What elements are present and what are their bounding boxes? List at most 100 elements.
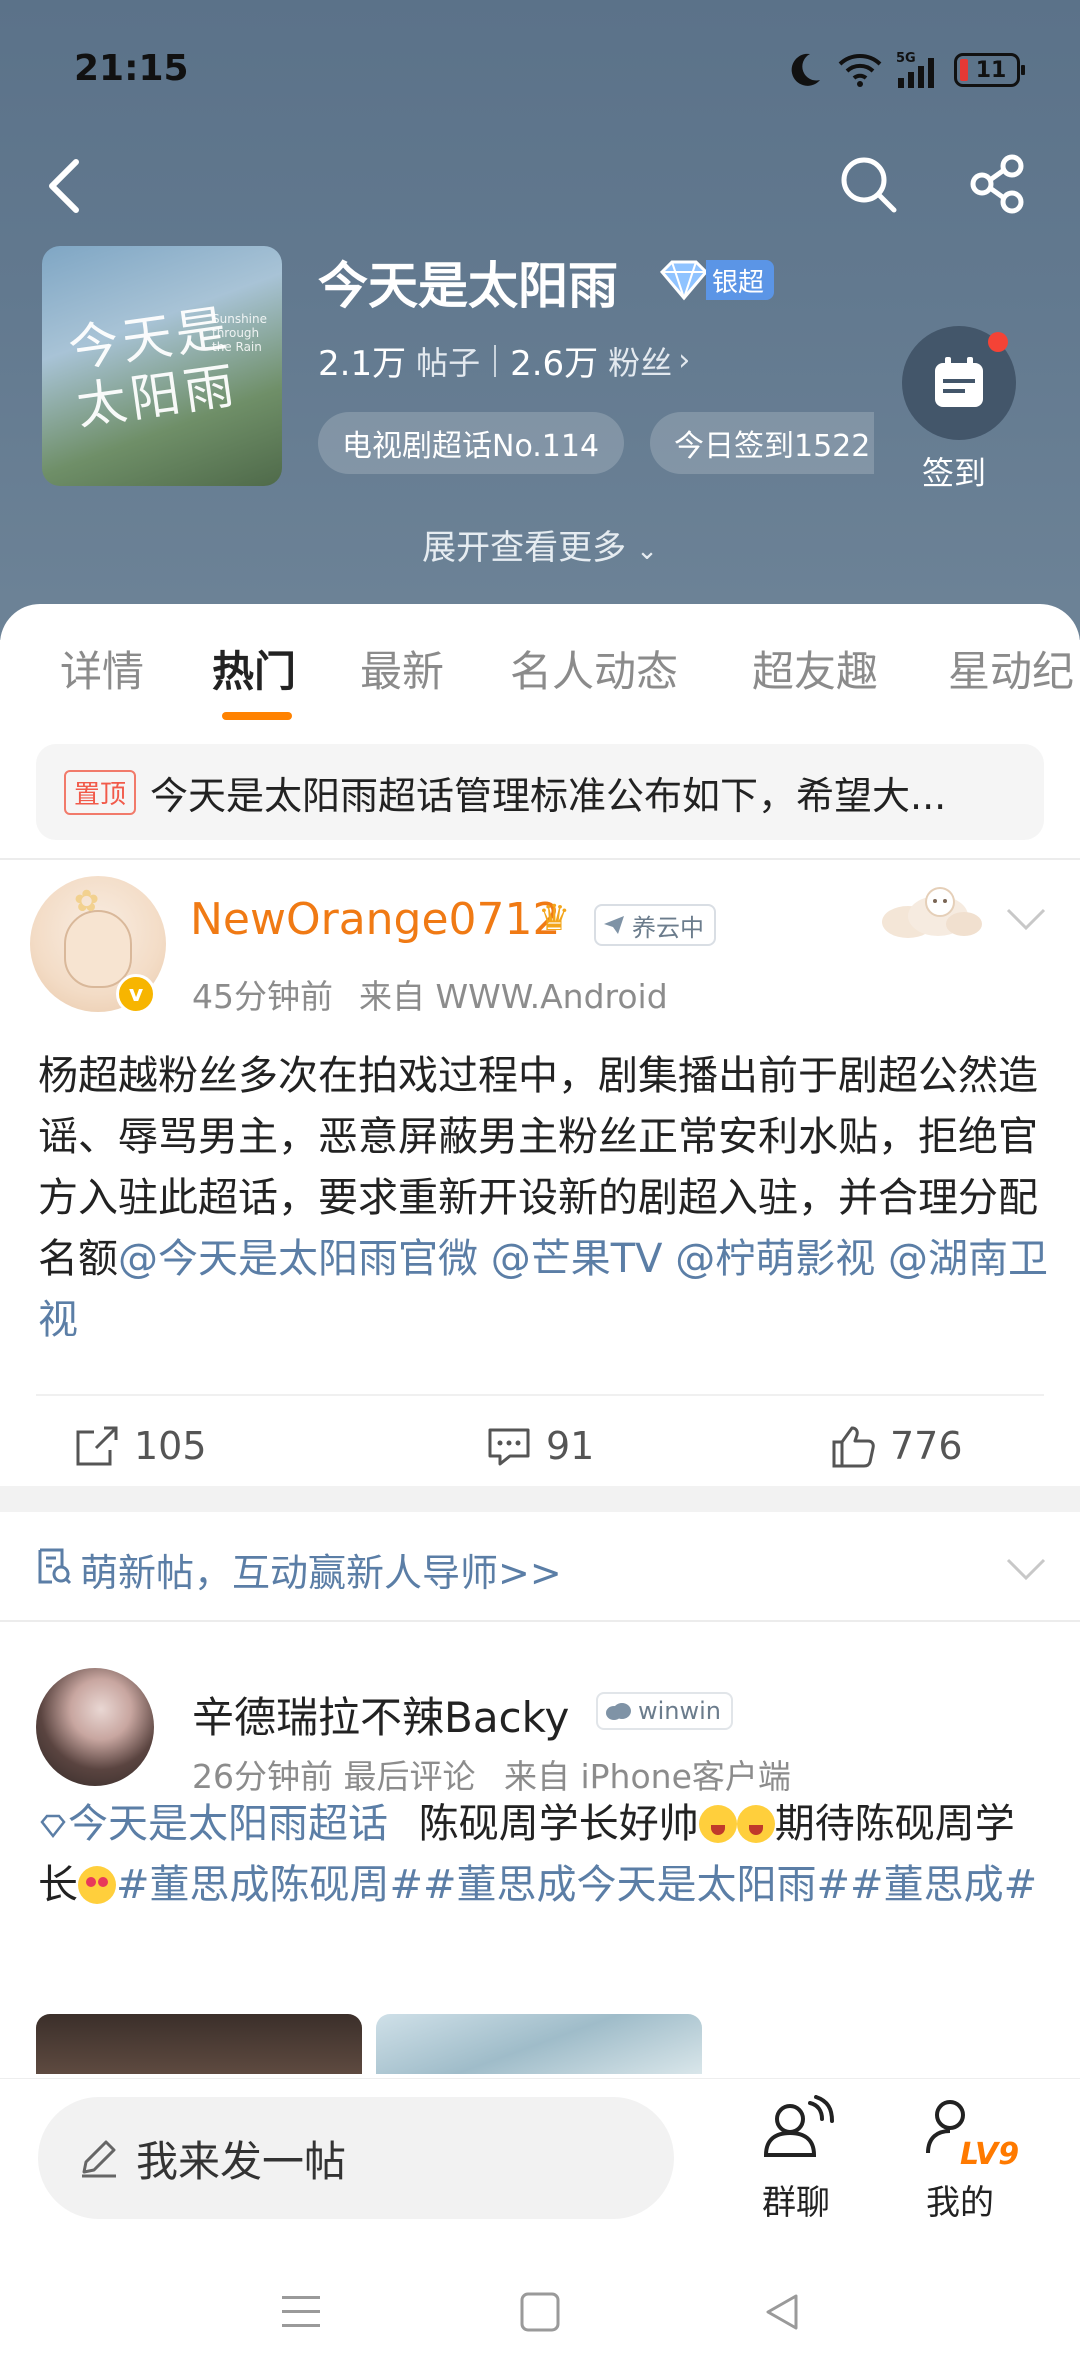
diamond-icon — [659, 260, 709, 301]
post-mentions[interactable]: @今天是太阳雨官微 @芒果TV @柠萌影视 @湖南卫视 — [38, 1236, 1048, 1343]
user-level-tag[interactable]: winwin — [596, 1692, 734, 1730]
bottom-bar: 我来发一帖 群聊 LV9 我的 — [0, 2078, 1080, 2248]
group-chat-button[interactable]: 群聊 — [736, 2095, 856, 2224]
notification-dot — [988, 332, 1008, 352]
expand-more[interactable]: 展开查看更多 ⌄ — [0, 520, 1080, 569]
sign-in-label: 签到 — [922, 454, 987, 492]
tab-latest[interactable]: 最新 — [360, 638, 444, 699]
post-time: 26分钟前 — [192, 1757, 333, 1796]
menu-icon[interactable] — [282, 2296, 320, 2327]
last-comment-label: 最后评论 — [343, 1757, 476, 1796]
share-icon[interactable] — [966, 152, 1030, 216]
fans-label: 粉丝 — [608, 343, 673, 382]
chevron-down-icon: ⌄ — [636, 536, 658, 566]
rank-tag[interactable]: 电视剧超话No.114 — [318, 412, 624, 474]
group-chat-label: 群聊 — [762, 2183, 830, 2223]
cloud-sticker-icon — [882, 887, 982, 938]
cloud-icon — [606, 1703, 631, 1720]
like-button[interactable]: 776 — [830, 1424, 963, 1468]
post-content[interactable]: 杨超越粉丝多次在拍戏过程中，剧集播出前于剧超公然造谣、辱骂男主，恶意屏蔽男主粉丝… — [38, 1046, 1048, 1351]
post-image[interactable] — [36, 2014, 362, 2074]
topic-header: 21:15 5G 11 今天是太阳雨 Sunshine through the … — [0, 0, 1080, 640]
posts-count: 2.1万 — [318, 344, 407, 384]
comment-button[interactable]: 91 — [486, 1424, 594, 1468]
level-badge: LV9 — [960, 2137, 1020, 2172]
post-username[interactable]: 辛德瑞拉不辣Backy — [192, 1684, 569, 1745]
tab-fan-fun[interactable]: 超友趣 — [752, 638, 878, 699]
back-nav-icon[interactable] — [766, 2294, 798, 2330]
newbie-banner[interactable]: 萌新帖，互动赢新人导师>> — [0, 1512, 1080, 1622]
moon-icon — [791, 53, 820, 86]
section-divider — [0, 858, 1080, 860]
checkin-count-tag[interactable]: 今日签到1522 — [650, 412, 874, 474]
signal-icon: 5G — [896, 51, 934, 88]
comment-icon — [488, 1428, 530, 1466]
home-icon[interactable] — [520, 2292, 560, 2332]
status-time: 21:15 — [74, 48, 189, 89]
active-tab-indicator — [222, 712, 292, 720]
topic-stats[interactable]: 2.1万 帖子 2.6万 粉丝 › — [318, 336, 690, 385]
paper-plane-icon — [604, 916, 624, 934]
badge-label: 银超 — [706, 260, 775, 300]
tab-hot[interactable]: 热门 — [212, 638, 296, 699]
search-icon[interactable] — [836, 152, 900, 216]
chevron-down-icon[interactable] — [1004, 904, 1048, 934]
thumbs-up-icon — [832, 1426, 875, 1468]
svg-text:5G: 5G — [896, 51, 916, 66]
level-label: 养云中 — [632, 913, 704, 942]
status-bar: 21:15 5G 11 — [0, 0, 1080, 140]
post-content[interactable]: 今天是太阳雨超话 陈砚周学长好帅 期待陈砚周学长 #董思成陈砚周##董思成今天是太阳… — [38, 1794, 1048, 1916]
post-source: 来自 iPhone客户端 — [504, 1757, 791, 1796]
posts-label: 帖子 — [416, 343, 481, 382]
heart-eyes-emoji-icon — [78, 1866, 116, 1904]
crown-icon: ♛ — [538, 898, 571, 939]
topic-title: 今天是太阳雨 — [318, 257, 618, 315]
repost-count: 105 — [134, 1424, 207, 1468]
repost-button[interactable]: 105 — [74, 1424, 207, 1468]
document-icon — [38, 1548, 72, 1585]
wifi-icon — [838, 54, 882, 87]
avatar[interactable] — [36, 1668, 154, 1786]
post-hashtags[interactable]: #董思成陈砚周##董思成今天是太阳雨##董思成# — [116, 1862, 1037, 1908]
topic-cover-image[interactable]: 今天是太阳雨 Sunshine through the Rain — [42, 246, 282, 486]
tab-celebrity[interactable]: 名人动态 — [510, 638, 678, 699]
back-icon[interactable] — [36, 152, 96, 220]
section-gap — [0, 1486, 1080, 1512]
diamond-icon — [40, 1814, 66, 1839]
scream-emoji-icon — [698, 1805, 737, 1843]
post-meta: 26分钟前 最后评论 来自 iPhone客户端 — [192, 1750, 791, 1798]
pinned-tag: 置顶 — [64, 769, 137, 815]
topic-link[interactable]: 今天是太阳雨超话 — [38, 1801, 388, 1847]
silver-badge[interactable]: 银超 — [656, 258, 775, 302]
post-image[interactable] — [376, 2014, 702, 2074]
post-actions: 105 91 776 — [36, 1394, 1044, 1494]
battery-indicator: 11 — [954, 53, 1025, 87]
scream-emoji-icon — [736, 1805, 775, 1843]
cover-subtitle: Sunshine through the Rain — [212, 312, 268, 354]
me-label: 我的 — [926, 2183, 994, 2223]
chevron-down-icon[interactable] — [1004, 1554, 1048, 1584]
chevron-right-icon: › — [678, 343, 691, 378]
topic-link-text: 今天是太阳雨超话 — [68, 1801, 388, 1847]
tab-star-record[interactable]: 星动纪 — [948, 638, 1074, 699]
pinned-post[interactable]: 置顶 今天是太阳雨超话管理标准公布如下，希望大... — [36, 744, 1044, 840]
user-level-tag[interactable]: 养云中 — [594, 904, 716, 946]
comment-count: 91 — [546, 1424, 595, 1468]
pencil-icon — [82, 2140, 116, 2178]
fans-count: 2.6万 — [510, 344, 599, 384]
post-source: 来自 WWW.Android — [359, 977, 668, 1016]
level-label: winwin — [638, 1697, 722, 1725]
stats-divider — [494, 344, 497, 377]
me-button[interactable]: LV9 我的 — [900, 2095, 1020, 2224]
bow-icon: ✿ — [74, 884, 100, 919]
tab-details[interactable]: 详情 — [60, 638, 144, 699]
group-chat-icon — [763, 2095, 834, 2157]
repost-icon — [76, 1426, 118, 1466]
post-username[interactable]: NewOrange0712 — [190, 894, 561, 945]
expand-label: 展开查看更多 — [422, 528, 627, 568]
pinned-text: 今天是太阳雨超话管理标准公布如下，希望大... — [150, 773, 947, 818]
compose-button[interactable]: 我来发一帖 — [38, 2097, 674, 2219]
verified-badge-icon: v — [116, 974, 156, 1014]
like-count: 776 — [890, 1424, 963, 1468]
post-meta: 45分钟前 来自 WWW.Android — [192, 970, 668, 1018]
